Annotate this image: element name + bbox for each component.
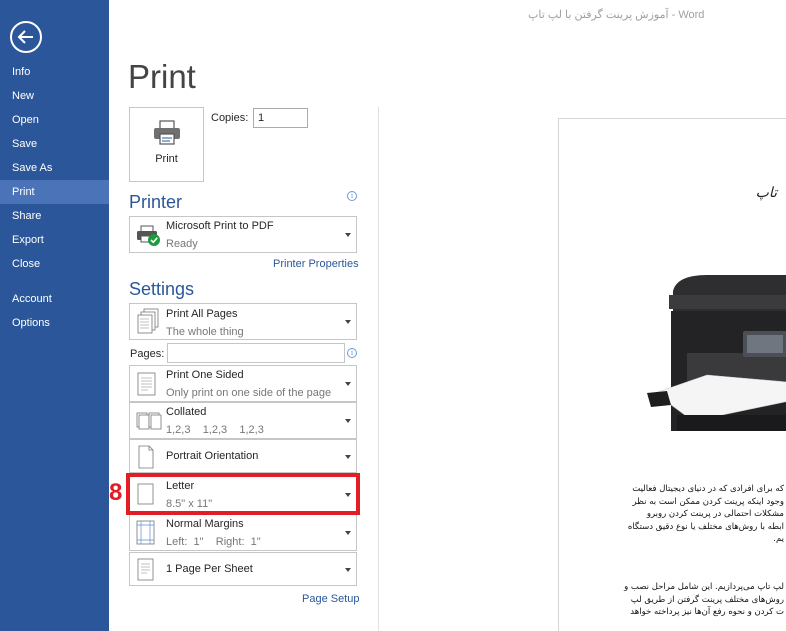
- pages-label: Pages:: [130, 348, 165, 360]
- all-pages-icon: [137, 308, 159, 334]
- printer-select[interactable]: Microsoft Print to PDF Ready: [129, 216, 357, 253]
- orientation-select[interactable]: Portrait Orientation: [129, 439, 357, 473]
- page-setup-link[interactable]: Page Setup: [302, 593, 360, 605]
- sides-subtitle: Only print on one side of the page: [166, 387, 332, 399]
- pages-per-sheet-title: 1 Page Per Sheet: [166, 563, 253, 575]
- info-icon[interactable]: i: [347, 348, 357, 358]
- nav-new[interactable]: New: [0, 84, 109, 108]
- chevron-down-icon: [345, 382, 351, 386]
- printer-heading: Printer: [129, 192, 183, 212]
- nav-open[interactable]: Open: [0, 108, 109, 132]
- collation-select[interactable]: Collated 1,2,3 1,2,3 1,2,3: [129, 402, 357, 439]
- print-button[interactable]: Print: [129, 107, 204, 182]
- backstage-nav: Info New Open Save Save As Print Share E…: [0, 0, 109, 631]
- info-icon[interactable]: i: [347, 191, 357, 201]
- divider: [378, 107, 379, 631]
- preview-paragraph-1: که برای افرادی که در دنیای دیجیتال فعالی…: [627, 484, 784, 544]
- copies-label: Copies:: [211, 112, 249, 124]
- copies-input[interactable]: 1: [253, 108, 308, 128]
- printer-icon: [154, 120, 180, 145]
- chevron-down-icon: [345, 455, 351, 459]
- printer-ready-icon: [137, 225, 160, 246]
- sides-title: Print One Sided: [166, 369, 244, 381]
- print-pages-select[interactable]: Print All Pages The whole thing: [129, 303, 357, 340]
- highlight-box: [126, 473, 360, 515]
- preview-heading: تاپ: [755, 185, 777, 201]
- printer-properties-link[interactable]: Printer Properties: [273, 258, 359, 270]
- window-title: آموزش پرینت گرفتن با لپ تاپ - Word: [528, 9, 705, 21]
- pages-per-sheet-select[interactable]: 1 Page Per Sheet: [129, 552, 357, 586]
- nav-print[interactable]: Print: [0, 180, 109, 204]
- nav-save-as[interactable]: Save As: [0, 156, 109, 180]
- nav-save[interactable]: Save: [0, 132, 109, 156]
- back-arrow-icon[interactable]: [10, 21, 42, 53]
- margins-select[interactable]: Normal Margins Left: 1" Right: 1": [129, 514, 357, 551]
- print-pages-subtitle: The whole thing: [166, 326, 244, 338]
- nav-info[interactable]: Info: [0, 60, 109, 84]
- print-button-label: Print: [155, 153, 178, 165]
- one-sided-icon: [137, 372, 156, 396]
- settings-heading: Settings: [129, 279, 195, 299]
- nav-export[interactable]: Export: [0, 228, 109, 252]
- chevron-down-icon: [345, 233, 351, 237]
- nav-options[interactable]: Options: [0, 311, 109, 335]
- margins-icon: [136, 520, 155, 545]
- printer-photo: [647, 275, 786, 431]
- chevron-down-icon: [345, 568, 351, 572]
- collation-subtitle: 1,2,3 1,2,3 1,2,3: [166, 424, 264, 436]
- chevron-down-icon: [345, 419, 351, 423]
- margins-subtitle: Left: 1" Right: 1": [166, 536, 261, 548]
- printer-status: Ready: [166, 238, 198, 250]
- preview-paragraph-2: لپ تاپ می‌پردازیم. این شامل مراحل نصب و …: [624, 582, 784, 617]
- step-number: 8: [109, 479, 123, 506]
- nav-share[interactable]: Share: [0, 204, 109, 228]
- orientation-title: Portrait Orientation: [166, 450, 259, 462]
- print-pages-title: Print All Pages: [166, 308, 238, 320]
- chevron-down-icon: [345, 320, 351, 324]
- pages-input[interactable]: [167, 343, 345, 363]
- single-page-icon: [137, 558, 154, 581]
- margins-title: Normal Margins: [166, 518, 244, 530]
- print-preview-page: تاپ که برای افرادی که در دنیای دیجیتال ف…: [558, 118, 786, 631]
- collation-title: Collated: [166, 406, 207, 418]
- printer-name: Microsoft Print to PDF: [166, 220, 274, 232]
- chevron-down-icon: [345, 531, 351, 535]
- nav-close[interactable]: Close: [0, 252, 109, 276]
- portrait-page-icon: [138, 445, 154, 469]
- page-title: Print: [128, 58, 196, 95]
- nav-account[interactable]: Account: [0, 287, 109, 311]
- collated-icon: [136, 412, 162, 430]
- sides-select[interactable]: Print One Sided Only print on one side o…: [129, 365, 357, 402]
